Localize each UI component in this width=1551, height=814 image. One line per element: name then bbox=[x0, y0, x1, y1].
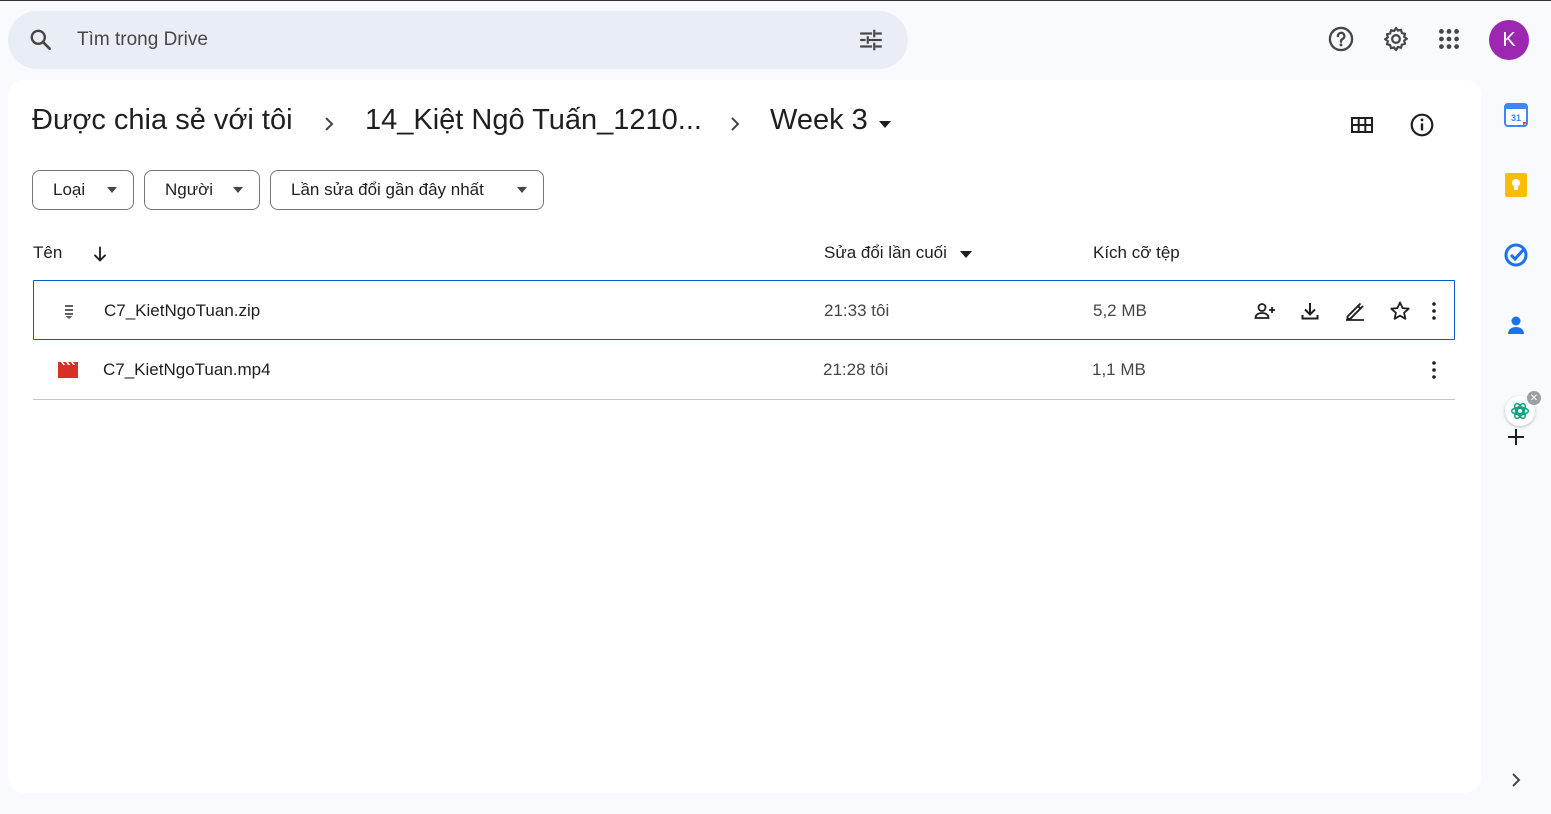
file-size: 5,2 MB bbox=[1093, 301, 1147, 320]
dropdown-caret-icon bbox=[517, 187, 527, 193]
filter-modified-label: Lần sửa đổi gần đây nhất bbox=[291, 180, 484, 199]
add-addon-plus-icon[interactable] bbox=[1502, 423, 1530, 451]
more-options-icon[interactable] bbox=[1421, 357, 1447, 383]
help-icon[interactable] bbox=[1325, 23, 1357, 55]
share-icon[interactable] bbox=[1252, 298, 1278, 324]
apps-grid-icon[interactable] bbox=[1433, 23, 1465, 55]
file-modified: 21:28 tôi bbox=[823, 360, 889, 379]
grid-view-icon[interactable] bbox=[1348, 111, 1376, 139]
filter-modified-chip[interactable]: Lần sửa đổi gần đây nhất bbox=[270, 170, 544, 210]
file-modified: 21:33 tôi bbox=[824, 301, 890, 320]
zip-file-icon bbox=[58, 300, 80, 322]
expand-panel-chevron-icon[interactable] bbox=[1502, 766, 1530, 794]
breadcrumb-shared-with-me[interactable]: Được chia sẻ với tôi bbox=[32, 104, 293, 137]
more-options-icon[interactable] bbox=[1421, 298, 1447, 324]
keep-notes-icon[interactable] bbox=[1502, 171, 1530, 199]
chevron-right-icon bbox=[320, 113, 338, 135]
column-header-name[interactable]: Tên bbox=[33, 243, 62, 263]
contacts-icon[interactable] bbox=[1502, 311, 1530, 339]
tasks-icon[interactable] bbox=[1502, 241, 1530, 269]
column-header-modified[interactable]: Sửa đổi lần cuối bbox=[824, 243, 947, 263]
video-file-icon bbox=[57, 359, 79, 381]
modified-sort-caret-icon[interactable] bbox=[960, 251, 972, 258]
breadcrumb-current-folder[interactable]: Week 3 bbox=[770, 104, 868, 137]
file-row[interactable]: C7_KietNgoTuan.mp4 21:28 tôi 1,1 MB bbox=[33, 340, 1455, 400]
filter-type-label: Loại bbox=[53, 180, 86, 199]
svg-text:31: 31 bbox=[1511, 113, 1521, 123]
account-avatar[interactable]: K bbox=[1489, 20, 1529, 60]
star-icon[interactable] bbox=[1387, 298, 1413, 324]
close-extension-icon[interactable]: ✕ bbox=[1527, 391, 1541, 405]
settings-gear-icon[interactable] bbox=[1380, 23, 1412, 55]
file-name[interactable]: C7_KietNgoTuan.mp4 bbox=[103, 360, 271, 380]
search-bar[interactable]: Tìm trong Drive bbox=[8, 11, 908, 69]
filter-type-chip[interactable]: Loại bbox=[32, 170, 134, 210]
download-icon[interactable] bbox=[1297, 298, 1323, 324]
info-icon[interactable] bbox=[1408, 111, 1436, 139]
window-top-border bbox=[0, 0, 1551, 1]
calendar-icon[interactable]: 31 bbox=[1502, 101, 1530, 129]
dropdown-caret-icon bbox=[107, 187, 117, 193]
rename-pencil-icon[interactable] bbox=[1342, 298, 1368, 324]
folder-menu-caret-icon[interactable] bbox=[876, 118, 894, 130]
filter-people-chip[interactable]: Người bbox=[144, 170, 260, 210]
sort-descending-arrow-icon[interactable] bbox=[89, 243, 111, 265]
search-input[interactable]: Tìm trong Drive bbox=[77, 29, 208, 51]
breadcrumb-parent-folder[interactable]: 14_Kiệt Ngô Tuấn_1210... bbox=[365, 104, 702, 137]
dropdown-caret-icon bbox=[233, 187, 243, 193]
search-options-icon[interactable] bbox=[857, 27, 885, 53]
chevron-right-icon bbox=[726, 113, 744, 135]
search-icon[interactable] bbox=[28, 27, 54, 53]
filter-people-label: Người bbox=[165, 180, 214, 199]
column-header-size[interactable]: Kích cỡ tệp bbox=[1093, 243, 1180, 263]
file-name[interactable]: C7_KietNgoTuan.zip bbox=[104, 301, 260, 321]
file-row[interactable]: C7_KietNgoTuan.zip 21:33 tôi 5,2 MB bbox=[33, 280, 1455, 340]
file-size: 1,1 MB bbox=[1092, 360, 1146, 379]
